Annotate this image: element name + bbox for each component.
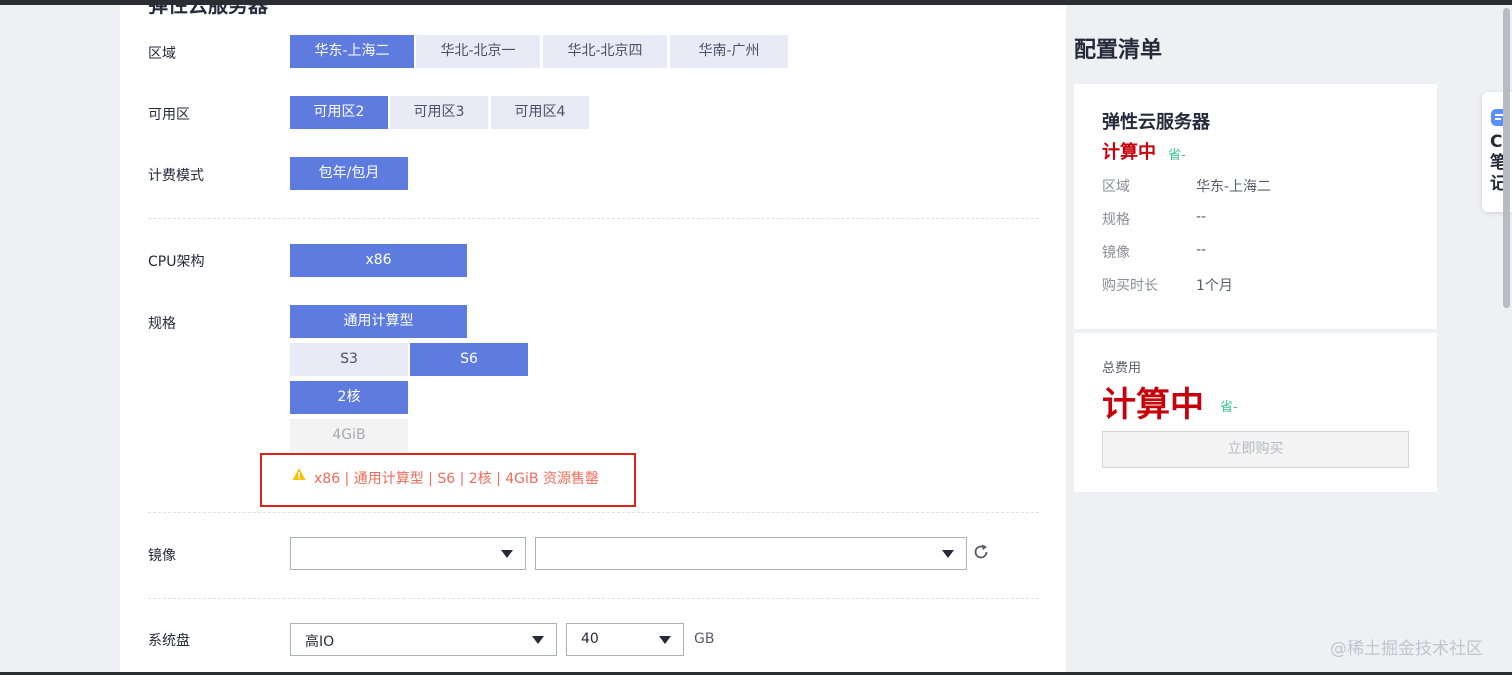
soldout-warning-text: x86 | 通用计算型 | S6 | 2核 | 4GiB 资源售罄 <box>314 471 599 487</box>
region-option-beijing1[interactable]: 华北-北京一 <box>416 35 540 68</box>
summary-key-region: 区域 <box>1102 179 1130 195</box>
image-version-select[interactable] <box>535 537 967 570</box>
summary-value-duration: 1个月 <box>1196 278 1233 294</box>
system-disk-label: 系统盘 <box>148 633 190 649</box>
zone-option-2[interactable]: 可用区2 <box>290 96 388 129</box>
spec-series-s3[interactable]: S3 <box>290 343 408 376</box>
disk-type-value: 高IO <box>305 634 335 650</box>
spec-label: 规格 <box>148 316 176 332</box>
zone-option-4[interactable]: 可用区4 <box>491 96 589 129</box>
summary-value-image: -- <box>1196 242 1207 258</box>
purchase-form: 弹性云服务器 区域 华东-上海二 华北-北京一 华北-北京四 华南-广州 可用区… <box>120 5 1066 672</box>
spec-series-s6[interactable]: S6 <box>410 343 528 376</box>
refresh-icon[interactable] <box>972 543 990 561</box>
total-save-tag: 省- <box>1220 400 1238 415</box>
divider <box>148 218 1039 219</box>
config-summary-card: 弹性云服务器 计算中 省- 区域 华东-上海二 规格 -- 镜像 -- 购买时长… <box>1074 84 1437 329</box>
summary-value-spec: -- <box>1196 209 1207 225</box>
disk-type-select[interactable]: 高IO <box>290 623 557 656</box>
spec-type-general[interactable]: 通用计算型 <box>290 305 467 338</box>
summary-key-duration: 购买时长 <box>1102 278 1158 294</box>
caret-down-icon <box>501 550 513 558</box>
spec-core-2[interactable]: 2核 <box>290 381 408 414</box>
warning-icon <box>292 468 306 480</box>
region-option-shanghai2[interactable]: 华东-上海二 <box>290 35 414 68</box>
disk-size-select[interactable]: 40 <box>566 623 684 656</box>
summary-key-image: 镜像 <box>1102 245 1130 261</box>
soldout-highlight-box: x86 | 通用计算型 | S6 | 2核 | 4GiB 资源售罄 <box>260 453 636 507</box>
billing-option-yearly-monthly[interactable]: 包年/包月 <box>290 157 408 190</box>
caret-down-icon <box>532 636 544 644</box>
image-label: 镜像 <box>148 548 176 564</box>
disk-unit: GB <box>694 631 715 647</box>
config-title: 配置清单 <box>1074 38 1163 63</box>
section-title: 弹性云服务器 <box>148 5 268 17</box>
caret-down-icon <box>942 550 954 558</box>
total-cost-label: 总费用 <box>1102 361 1142 376</box>
scrollbar[interactable] <box>1503 8 1510 308</box>
zone-label: 可用区 <box>148 107 190 123</box>
cpu-option-x86[interactable]: x86 <box>290 244 467 277</box>
divider <box>148 598 1039 599</box>
region-option-beijing4[interactable]: 华北-北京四 <box>543 35 667 68</box>
summary-key-spec: 规格 <box>1102 212 1130 228</box>
total-cost-card: 总费用 计算中 省- 立即购买 <box>1074 333 1437 492</box>
divider <box>148 512 1039 513</box>
region-label: 区域 <box>148 46 176 62</box>
watermark: @稀土掘金技术社区 <box>1330 639 1483 659</box>
region-option-guangzhou[interactable]: 华南-广州 <box>670 35 788 68</box>
disk-size-value: 40 <box>581 631 599 647</box>
zone-option-3[interactable]: 可用区3 <box>390 96 488 129</box>
cpu-label: CPU架构 <box>148 254 205 270</box>
save-tag: 省- <box>1168 148 1186 163</box>
total-cost-value: 计算中 <box>1102 385 1204 425</box>
image-type-select[interactable] <box>290 537 526 570</box>
caret-down-icon <box>659 636 671 644</box>
product-name: 弹性云服务器 <box>1102 112 1210 133</box>
buy-now-button[interactable]: 立即购买 <box>1102 431 1409 468</box>
spec-memory-4gib: 4GiB <box>290 419 408 452</box>
billing-label: 计费模式 <box>148 168 204 184</box>
summary-value-region: 华东-上海二 <box>1196 179 1272 195</box>
price-status: 计算中 <box>1102 142 1156 163</box>
